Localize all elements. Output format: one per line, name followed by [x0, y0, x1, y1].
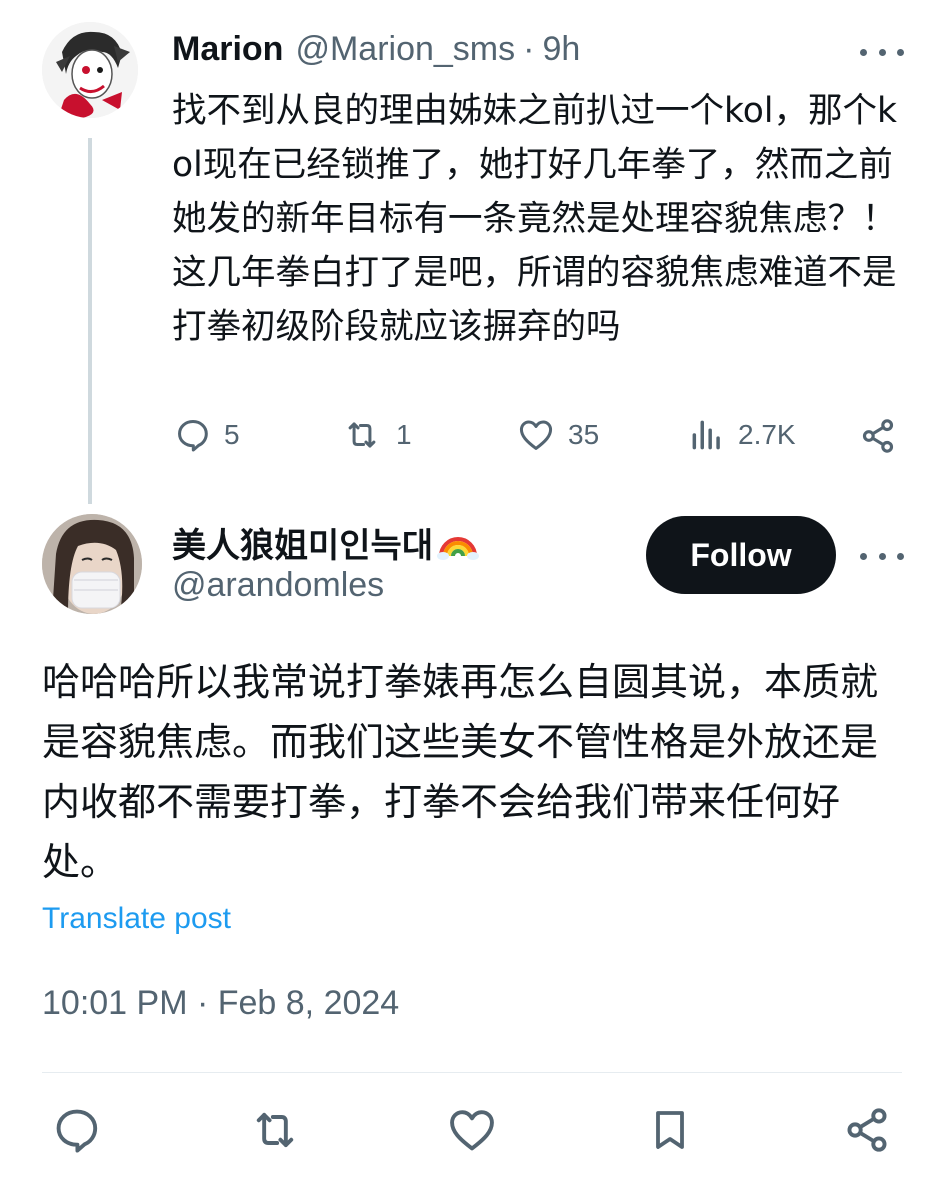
reply-icon: [56, 1109, 98, 1153]
parent-views-button[interactable]: 2.7K: [688, 416, 796, 454]
follow-button[interactable]: Follow: [646, 516, 836, 594]
repost-count: 1: [396, 419, 412, 450]
reply-handle[interactable]: @arandomles: [172, 566, 384, 605]
repost-button[interactable]: [240, 1104, 310, 1156]
translate-post-link[interactable]: Translate post: [42, 902, 231, 936]
parent-display-name[interactable]: Marion: [172, 30, 283, 69]
bookmark-icon: [655, 1111, 684, 1149]
reply-count: 5: [224, 419, 240, 450]
parent-share-button[interactable]: [858, 416, 898, 456]
reply-button[interactable]: [42, 1104, 112, 1156]
reply-display-name: 美人狼姐미인늑대: [172, 526, 434, 566]
rainbow-icon: [437, 536, 480, 560]
parent-more-icon[interactable]: [860, 42, 904, 62]
repost-icon: [348, 422, 376, 448]
reply-action-bar: [42, 1104, 902, 1156]
views-count: 2.7K: [738, 419, 796, 450]
like-button[interactable]: [437, 1104, 507, 1156]
parent-like-button[interactable]: 35: [516, 416, 599, 454]
share-button[interactable]: [832, 1104, 902, 1156]
parent-time[interactable]: 9h: [542, 30, 580, 69]
repost-icon: [256, 1112, 293, 1148]
share-icon: [847, 1108, 887, 1152]
heart-icon: [519, 420, 553, 450]
parent-tweet-text: 找不到从良的理由姊妹之前扒过一个kol，那个kol现在已经锁推了，她打好几年拳了…: [172, 91, 908, 347]
post-timestamp[interactable]: 10:01 PM · Feb 8, 2024: [42, 984, 399, 1023]
parent-avatar[interactable]: [42, 22, 138, 118]
reply-tweet-text: 哈哈哈所以我常说打拳婊再怎么自圆其说，本质就是容貌焦虑。而我们这些美女不管性格是…: [42, 660, 879, 884]
reply-avatar[interactable]: [42, 514, 142, 614]
share-icon: [862, 419, 894, 453]
parent-reply-button[interactable]: 5: [174, 416, 240, 454]
parent-handle[interactable]: @Marion_sms: [295, 30, 515, 69]
heart-icon: [450, 1110, 494, 1151]
thread-line: [88, 138, 92, 504]
reply-more-icon[interactable]: [860, 546, 904, 566]
reply-display-name-row[interactable]: 美人狼姐미인늑대: [172, 518, 480, 567]
like-count: 35: [568, 419, 600, 450]
divider: [42, 1072, 902, 1073]
header-separator: ·: [523, 30, 535, 68]
views-icon: [692, 420, 720, 450]
parent-repost-button[interactable]: 1: [340, 416, 412, 454]
parent-header: Marion @Marion_sms · 9h: [172, 30, 580, 74]
reply-icon: [178, 420, 208, 452]
bookmark-button[interactable]: [635, 1104, 705, 1156]
